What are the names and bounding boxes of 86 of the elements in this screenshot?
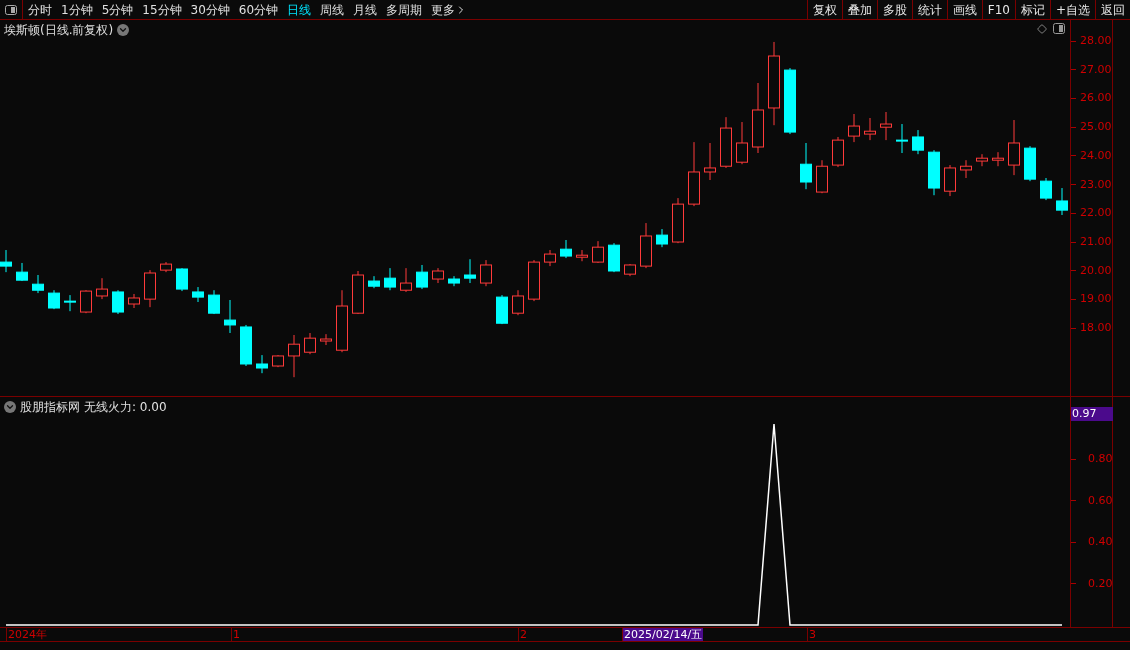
- panel-icon: [5, 4, 17, 15]
- candlestick: [256, 354, 268, 374]
- toolbar-button[interactable]: 标记: [1014, 0, 1050, 19]
- more-button[interactable]: 更多: [431, 0, 468, 19]
- candlestick: [0, 249, 12, 273]
- candlestick: [304, 332, 316, 355]
- period-tab[interactable]: 30分钟: [190, 0, 230, 19]
- candlestick: [736, 121, 748, 165]
- toolbar-button[interactable]: 统计: [911, 0, 947, 19]
- candlestick: [976, 153, 988, 167]
- price-label: 27.00: [1080, 62, 1112, 77]
- price-label: 22.00: [1080, 206, 1112, 221]
- period-tab[interactable]: 分时: [28, 0, 52, 19]
- candlestick: [96, 277, 108, 300]
- indicator-axis-label: 0.80: [1088, 452, 1113, 467]
- dropdown-icon[interactable]: [117, 24, 130, 36]
- period-tab[interactable]: 多周期: [386, 0, 423, 19]
- candlestick: [864, 117, 876, 141]
- current-value-label: 0.97: [1071, 407, 1113, 421]
- chart-title: 埃斯顿(日线.前复权): [4, 22, 114, 39]
- toolbar-button[interactable]: 叠加: [841, 0, 877, 19]
- time-label: 1: [231, 628, 241, 641]
- price-label: 18.00: [1080, 321, 1112, 336]
- panel-icon[interactable]: [1053, 23, 1065, 34]
- indicator-axis-label: 0.40: [1088, 535, 1113, 550]
- indicator-axis-label: 0.20: [1088, 576, 1113, 591]
- price-label: 25.00: [1080, 120, 1112, 135]
- candlestick: [176, 267, 188, 292]
- candlestick: [896, 123, 908, 154]
- candlestick: [1056, 187, 1068, 216]
- price-label: 26.00: [1080, 91, 1112, 106]
- candlestick: [480, 259, 492, 287]
- candlestick: [576, 249, 588, 262]
- price-label: 20.00: [1080, 263, 1112, 278]
- candlestick: [112, 289, 124, 315]
- period-tab[interactable]: 15分钟: [142, 0, 182, 19]
- candlestick: [384, 267, 396, 291]
- period-tab[interactable]: 日线: [287, 0, 312, 19]
- candlestick: [800, 142, 812, 190]
- candlestick: [944, 164, 956, 197]
- candlestick: [1008, 119, 1020, 176]
- candlestick: [656, 228, 668, 248]
- indicator-axis-label: 0.60: [1088, 493, 1113, 508]
- toolbar-button[interactable]: 画线: [946, 0, 982, 19]
- toolbar-button[interactable]: 返回: [1095, 0, 1130, 19]
- period-tab[interactable]: 周线: [320, 0, 345, 19]
- candlestick: [288, 334, 300, 378]
- time-label: 2025/02/14/五: [622, 628, 704, 641]
- toolbar-button[interactable]: 复权: [806, 0, 842, 19]
- time-label: 2: [518, 628, 528, 641]
- candlestick: [848, 113, 860, 143]
- price-label: 19.00: [1080, 292, 1112, 307]
- price-label: 24.00: [1080, 148, 1112, 163]
- candlestick: [912, 129, 924, 155]
- candlestick: [464, 258, 476, 284]
- candlestick: [560, 239, 572, 259]
- time-label: 3: [807, 628, 817, 641]
- candlestick: [192, 286, 204, 303]
- toolbar-button[interactable]: 多股: [876, 0, 912, 19]
- indicator-name: 股朋指标网: [20, 399, 80, 416]
- period-tab[interactable]: 1分钟: [61, 0, 93, 19]
- period-tab[interactable]: 月线: [353, 0, 378, 19]
- candlestick: [512, 289, 524, 316]
- diamond-icon[interactable]: [1037, 24, 1047, 34]
- candlestick: [992, 151, 1004, 167]
- indicator-value: 无线火力: 0.00: [84, 399, 167, 416]
- candlestick: [1040, 177, 1052, 201]
- candlestick: [960, 159, 972, 179]
- candlestick: [320, 333, 332, 346]
- toolbar-button[interactable]: F10: [981, 0, 1015, 19]
- candlestick: [64, 294, 76, 312]
- period-tab[interactable]: 60分钟: [238, 0, 279, 19]
- price-label: 21.00: [1080, 235, 1112, 249]
- candlestick: [592, 240, 604, 264]
- candlestick: [880, 111, 892, 141]
- candlestick: [400, 267, 412, 293]
- time-label: 2024年: [6, 628, 48, 641]
- period-tab[interactable]: 5分钟: [101, 0, 134, 19]
- price-label: 28.00: [1080, 34, 1112, 49]
- candlestick: [704, 142, 716, 181]
- candlestick: [224, 299, 236, 334]
- collapse-icon[interactable]: [4, 401, 16, 413]
- price-label: 23.00: [1080, 177, 1112, 192]
- candlestick: [416, 264, 428, 290]
- candlestick: [32, 274, 44, 294]
- toolbar-button[interactable]: +自选: [1049, 0, 1095, 19]
